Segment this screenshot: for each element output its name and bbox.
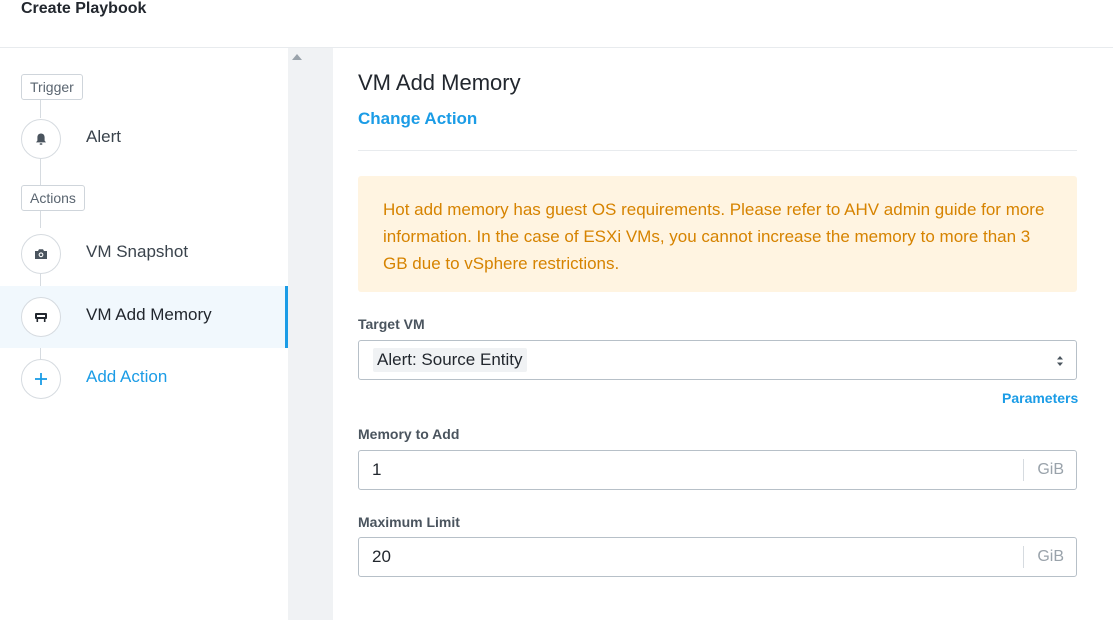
selected-value: Alert: Source Entity (373, 348, 527, 372)
step-label: VM Add Memory (86, 305, 212, 324)
trigger-section-tag: Trigger (21, 74, 83, 100)
plus-icon (21, 359, 61, 399)
step-label: VM Snapshot (86, 242, 189, 261)
warning-banner: Hot add memory has guest OS requirements… (358, 176, 1077, 292)
sort-caret-icon (1057, 356, 1063, 366)
maximum-limit-field[interactable]: GiB (358, 537, 1077, 577)
change-action-link[interactable]: Change Action (358, 109, 477, 129)
memory-to-add-field[interactable]: GiB (358, 450, 1077, 490)
divider (358, 150, 1077, 151)
unit-label: GiB (1037, 461, 1064, 478)
maximum-limit-input[interactable] (359, 538, 1019, 576)
header-bar: Create Playbook (0, 0, 1113, 48)
actions-section-tag: Actions (21, 185, 85, 211)
action-config-panel: VM Add Memory Change Action Hot add memo… (333, 48, 1113, 620)
page-header-title: Create Playbook (21, 0, 147, 17)
step-vm-add-memory[interactable]: VM Add Memory (0, 286, 288, 348)
memory-to-add-input[interactable] (359, 451, 1019, 489)
unit-separator (1023, 459, 1024, 481)
memory-to-add-label: Memory to Add (358, 426, 460, 442)
action-title: VM Add Memory (358, 70, 521, 95)
target-vm-label: Target VM (358, 316, 425, 332)
unit-label: GiB (1037, 548, 1064, 565)
step-label: Alert (86, 127, 121, 146)
add-action-button[interactable]: Add Action (0, 348, 288, 410)
steps-sidebar: Trigger Alert Actions VM Snapshot VM Add… (0, 48, 288, 620)
camera-icon (21, 234, 61, 274)
target-vm-select[interactable]: Alert: Source Entity (358, 340, 1077, 380)
warning-text: Hot add memory has guest OS requirements… (383, 200, 1045, 273)
bell-icon (21, 119, 61, 159)
parameters-link[interactable]: Parameters (1002, 390, 1078, 406)
step-alert[interactable]: Alert (0, 108, 288, 170)
step-vm-snapshot[interactable]: VM Snapshot (0, 223, 288, 285)
memory-icon (21, 297, 61, 337)
scroll-up-arrow-icon[interactable] (292, 54, 302, 60)
step-label: Add Action (86, 367, 168, 386)
unit-separator (1023, 546, 1024, 568)
scrollbar[interactable] (288, 48, 333, 620)
maximum-limit-label: Maximum Limit (358, 514, 460, 530)
